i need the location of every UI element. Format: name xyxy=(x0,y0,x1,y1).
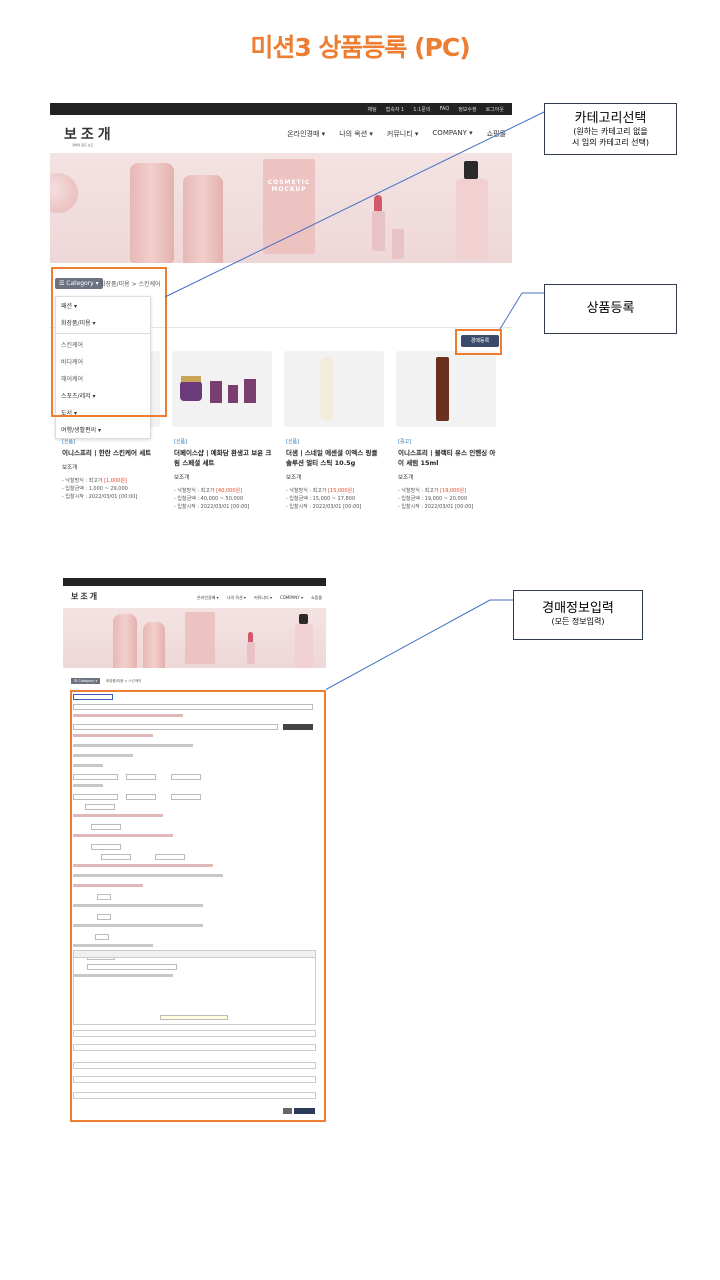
register-highlight-box xyxy=(455,329,502,355)
product-condition-tag: [신품] xyxy=(174,439,188,445)
topbar-edit-info[interactable]: 정보수정 xyxy=(458,106,476,113)
serum-bottle-image xyxy=(456,161,488,259)
topbar-visitors: 접속자 1 xyxy=(385,106,405,113)
tube-image xyxy=(113,614,137,668)
nav-online-auction[interactable]: 온라인경매 ▾ xyxy=(197,595,219,601)
product-image[interactable] xyxy=(172,351,272,427)
breadcrumb: 화장품/미용 > 스킨케어 xyxy=(106,678,142,683)
tube-image-2 xyxy=(183,175,223,263)
main-nav: 보조개 경매의 원조 보조 온라인경매 ▾ 나의 옥션 ▾ 커뮤니티 ▾ COM… xyxy=(50,115,512,153)
nav-community[interactable]: 커뮤니티 ▾ xyxy=(254,595,272,601)
product-image[interactable] xyxy=(396,351,496,427)
nav-company[interactable]: COMPANY ▾ xyxy=(280,595,303,601)
tube-image xyxy=(130,163,174,263)
nav-menu: 온라인경매 ▾ 나의 옥션 ▾ 커뮤니티 ▾ COMPANY ▾ 쇼핑몰 xyxy=(287,129,506,139)
page-title: 미션3 상품등록 (PC) xyxy=(250,33,470,62)
site-logo[interactable]: 보조개 xyxy=(64,124,115,144)
nav-menu: 온라인경매 ▾ 나의 옥션 ▾ 커뮤니티 ▾ COMPANY ▾ 쇼핑몰 xyxy=(197,595,322,601)
main-nav: 보조개 온라인경매 ▾ 나의 옥션 ▾ 커뮤니티 ▾ COMPANY ▾ 쇼핑몰 xyxy=(63,586,326,608)
product-info: - 낙찰방식 : 최고가 [1,000원] - 입찰금액 : 1,000 ~ 2… xyxy=(62,478,138,500)
product-register-note: 상품등록 xyxy=(544,284,677,334)
product-card[interactable]: [중고] 이니스프리 | 블랙티 유스 인핸싱 아이 세럼 15ml 보조개 -… xyxy=(396,351,496,515)
nav-company[interactable]: COMPANY ▾ xyxy=(432,129,472,139)
product-seller: 보조개 xyxy=(398,475,414,481)
nav-my-auction[interactable]: 나의 옥션 ▾ xyxy=(227,595,246,601)
serum-bottle-image xyxy=(295,614,313,668)
sheet-mask-image: COSMETIC MOCKUP xyxy=(263,159,315,254)
category-highlight-box xyxy=(51,267,167,417)
hero-banner: COSMETIC MOCKUP xyxy=(50,153,512,263)
cream-jar-image xyxy=(50,173,78,213)
topbar-inquiry[interactable]: 1:1문의 xyxy=(413,106,430,113)
product-info: - 낙찰방식 : 최고가 [15,000원] - 입찰금액 : 15,000 ~… xyxy=(286,488,362,510)
site-logo-sub: 경매의 원조 보조 xyxy=(72,143,94,147)
sheet-mask-image xyxy=(185,612,215,664)
lipstick-cap-image xyxy=(392,229,404,259)
tube-image-2 xyxy=(143,622,165,668)
product-condition-tag: [신품] xyxy=(286,439,300,445)
topbar-chat[interactable]: 채팅 xyxy=(367,106,376,113)
site-logo[interactable]: 보조개 xyxy=(71,591,99,602)
auction-info-highlight-box xyxy=(70,690,326,1122)
nav-shop[interactable]: 쇼핑몰 xyxy=(311,595,322,601)
nav-my-auction[interactable]: 나의 옥션 ▾ xyxy=(339,129,373,139)
top-utility-bar xyxy=(63,578,326,586)
nav-shop[interactable]: 쇼핑몰 xyxy=(487,129,506,139)
product-info: - 낙찰방식 : 최고가 [19,000원] - 입찰금액 : 19,000 ~… xyxy=(398,488,474,510)
auction-info-note: 경매정보입력 (모든 정보입력) xyxy=(513,590,643,640)
topbar-logout[interactable]: 로그아웃 xyxy=(486,106,504,113)
lipstick-image xyxy=(247,632,255,664)
category-button[interactable]: ☰ Category ▾ xyxy=(71,678,101,684)
product-seller: 보조개 xyxy=(286,475,302,481)
product-name[interactable]: 더페이스샵 | 예화담 환생고 보윤 크림 스페셜 세트 xyxy=(172,448,272,468)
product-seller: 보조개 xyxy=(62,465,78,471)
product-name[interactable]: 더샘 | 스네일 에센셜 이엑스 링클 솔루션 멀티 스틱 10.5g xyxy=(284,448,384,468)
product-condition-tag: [중고] xyxy=(398,439,412,445)
nav-community[interactable]: 커뮤니티 ▾ xyxy=(387,129,419,139)
product-card[interactable]: [신품] 더샘 | 스네일 에센셜 이엑스 링클 솔루션 멀티 스틱 10.5g… xyxy=(284,351,384,515)
product-condition-tag: [신품] xyxy=(62,439,76,445)
nav-online-auction[interactable]: 온라인경매 ▾ xyxy=(287,129,325,139)
top-utility-bar: 채팅 접속자 1 1:1문의 FAQ 정보수정 로그아웃 xyxy=(50,103,512,115)
product-seller: 보조개 xyxy=(174,475,190,481)
product-name[interactable]: 이니스프리 | 블랙티 유스 인핸싱 아이 세럼 15ml xyxy=(396,448,496,468)
hero-banner xyxy=(63,608,326,668)
category-row: ☰ Category ▾ 화장품/미용 > 스킨케어 xyxy=(71,678,141,684)
lipstick-image xyxy=(372,195,385,251)
product-image[interactable] xyxy=(284,351,384,427)
dropdown-item-travel[interactable]: 여행/생활편의 ▾ xyxy=(56,421,150,438)
topbar-faq[interactable]: FAQ xyxy=(440,106,450,112)
product-info: - 낙찰방식 : 최고가 [40,000원] - 입찰금액 : 40,000 ~… xyxy=(174,488,250,510)
product-card[interactable]: [신품] 더페이스샵 | 예화담 환생고 보윤 크림 스페셜 세트 보조개 - … xyxy=(172,351,272,515)
product-name[interactable]: 이니스프리 | 한란 스킨케어 세트 xyxy=(60,448,160,458)
category-select-note: 카테고리선택 (원하는 카테고리 없을 시 임의 카테고리 선택) xyxy=(544,103,677,155)
